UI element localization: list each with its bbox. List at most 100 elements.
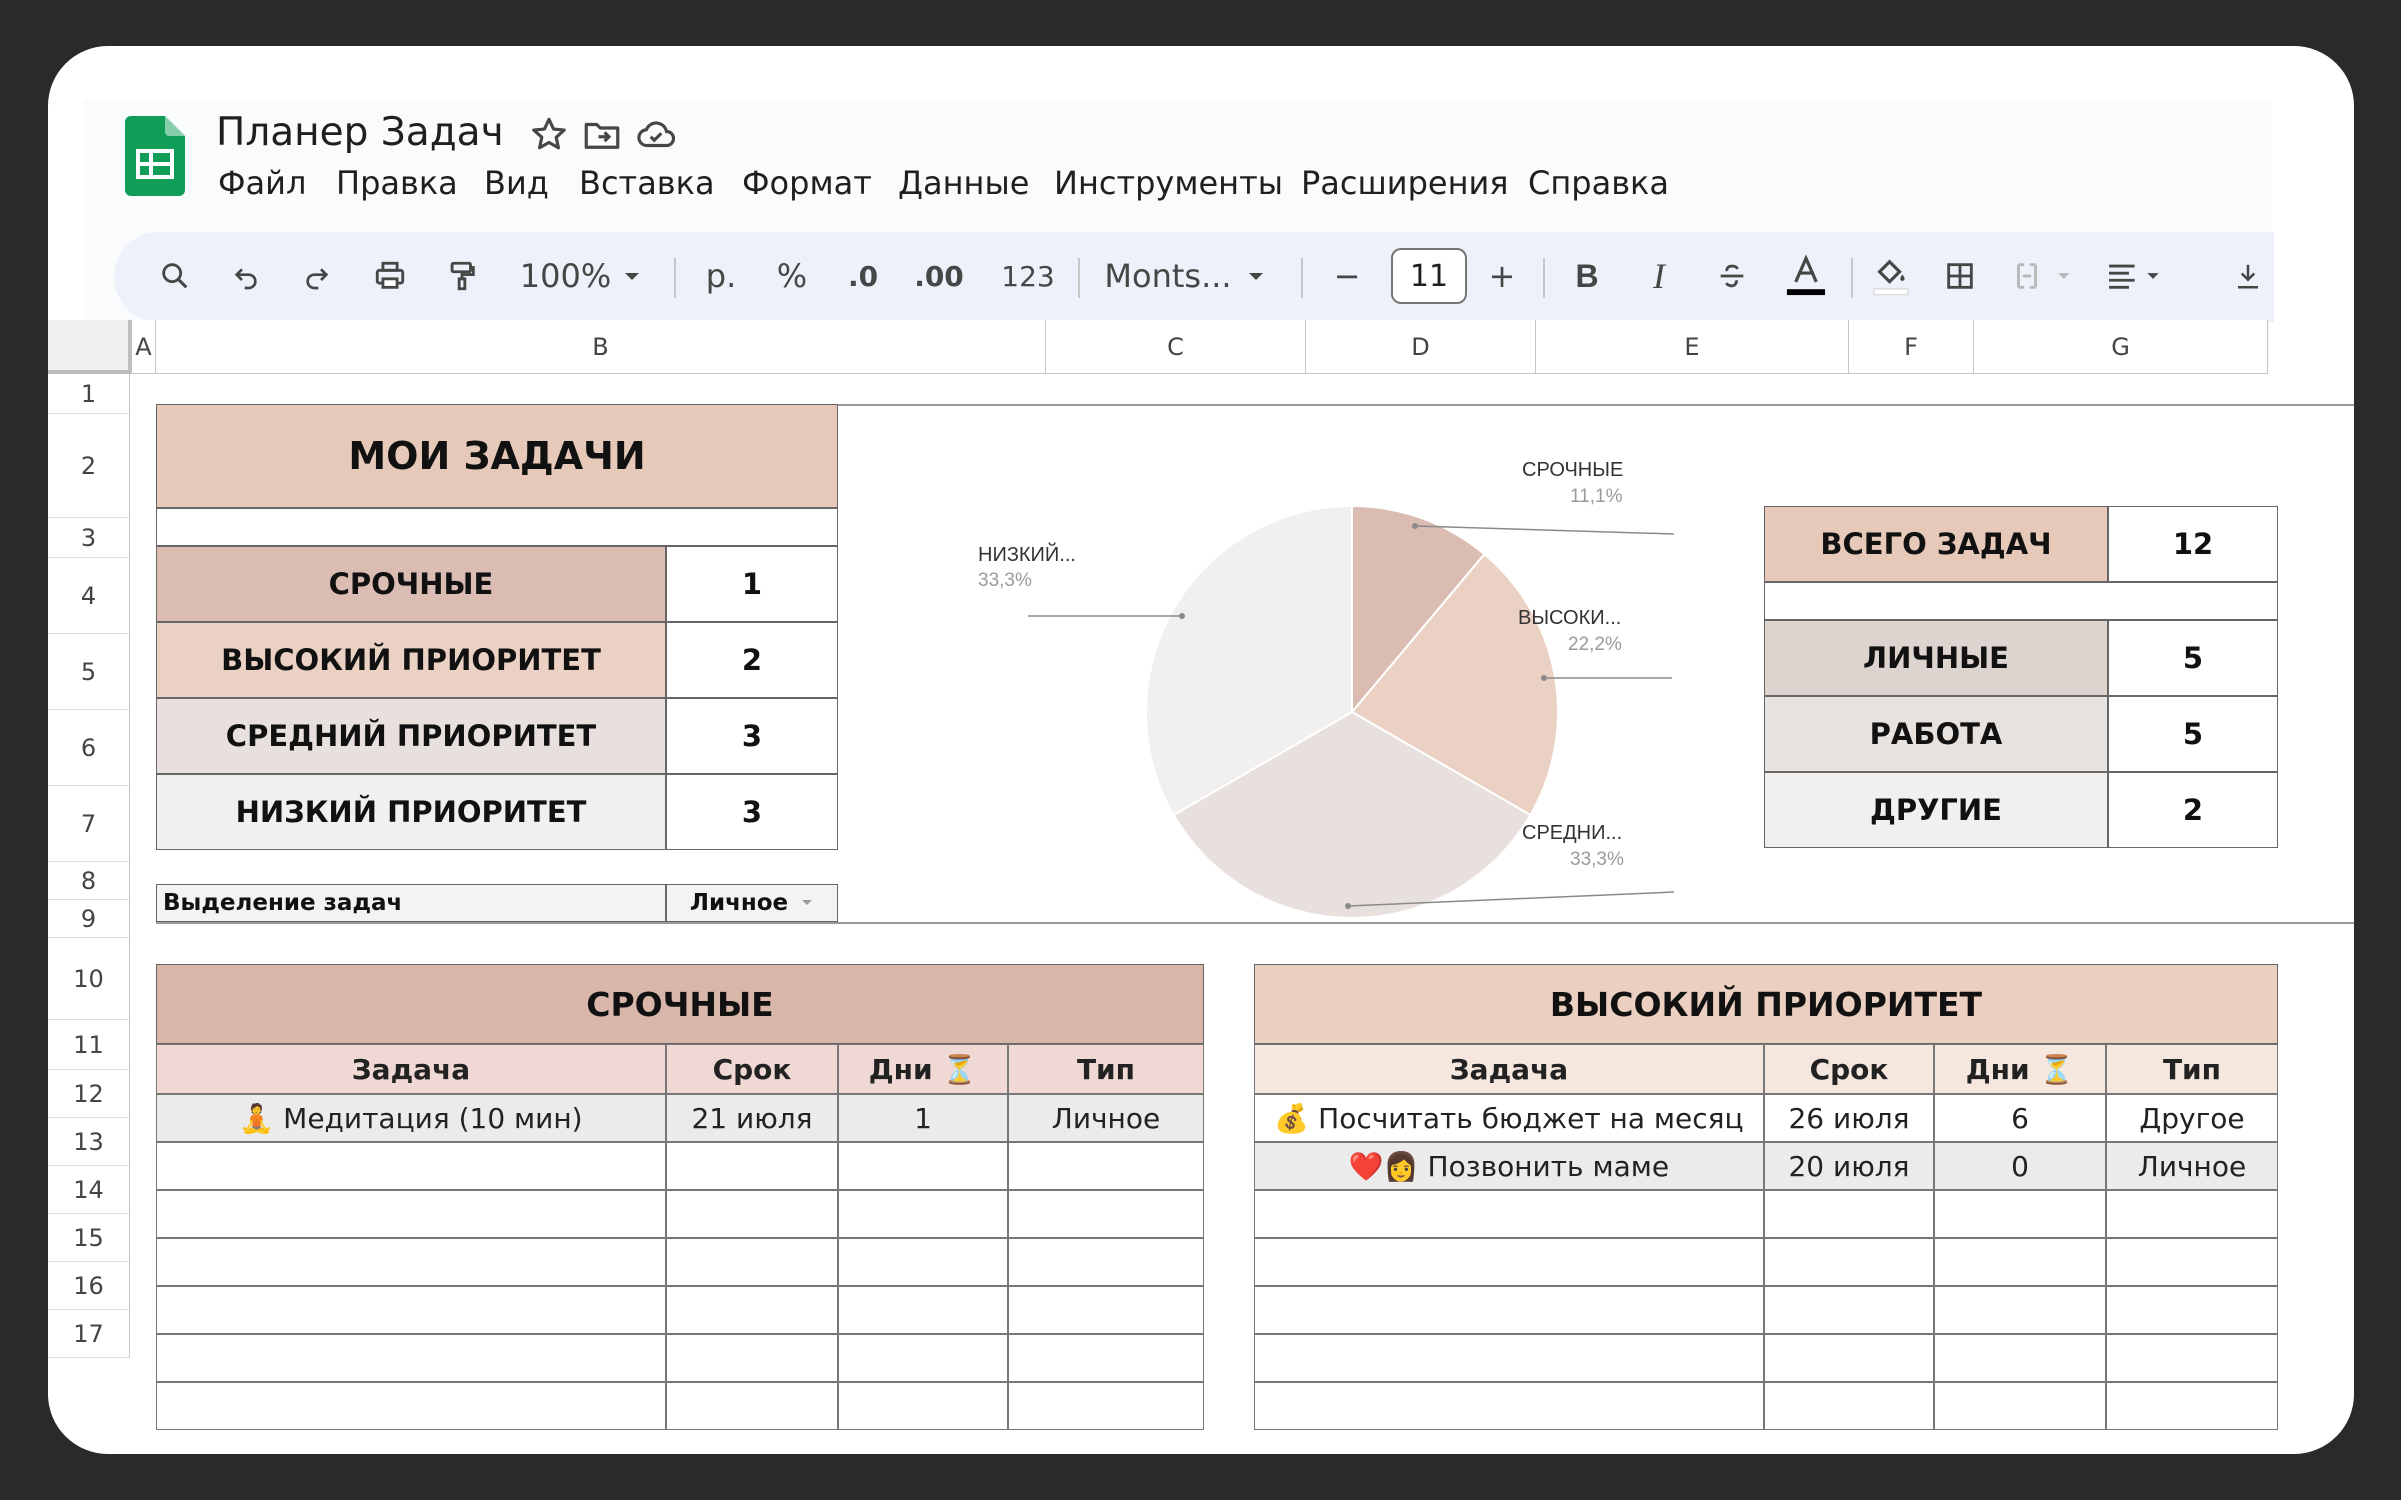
empty-cell[interactable] <box>666 1334 838 1382</box>
empty-cell[interactable] <box>1254 1286 1764 1334</box>
empty-cell[interactable] <box>666 1238 838 1286</box>
empty-cell[interactable] <box>838 1142 1008 1190</box>
row-header-2[interactable]: 2 <box>48 414 130 518</box>
empty-cell[interactable] <box>2106 1190 2278 1238</box>
row-header-7[interactable]: 7 <box>48 786 130 862</box>
row-header-17[interactable]: 17 <box>48 1310 130 1358</box>
column-header-a[interactable]: A <box>132 320 156 374</box>
column-header-d[interactable]: D <box>1306 320 1536 374</box>
empty-cell[interactable] <box>838 1286 1008 1334</box>
print-icon[interactable] <box>366 248 414 304</box>
column-header-g[interactable]: G <box>1974 320 2268 374</box>
empty-cell[interactable] <box>1764 1334 1934 1382</box>
search-icon[interactable] <box>151 248 199 304</box>
empty-cell[interactable] <box>156 1334 666 1382</box>
high-row-1-days[interactable]: 6 <box>1934 1094 2106 1142</box>
row-header-15[interactable]: 15 <box>48 1214 130 1262</box>
percent-button[interactable]: % <box>768 248 816 304</box>
empty-cell[interactable] <box>1934 1190 2106 1238</box>
row-header-11[interactable]: 11 <box>48 1020 130 1070</box>
urgent-row-1-task[interactable]: 🧘 Медитация (10 мин) <box>156 1094 666 1142</box>
empty-cell[interactable] <box>1934 1382 2106 1430</box>
cloud-saved-icon[interactable] <box>635 114 677 156</box>
document-title[interactable]: Планер Задач <box>216 110 504 155</box>
empty-cell[interactable] <box>1008 1190 1204 1238</box>
pie-chart[interactable] <box>948 446 1768 966</box>
star-icon[interactable] <box>528 114 570 156</box>
italic-button[interactable]: I <box>1635 248 1683 304</box>
increase-decimal-button[interactable]: .00 <box>908 248 970 304</box>
vertical-align-icon[interactable] <box>2228 248 2268 304</box>
menu-view[interactable]: Вид <box>484 164 549 202</box>
empty-cell[interactable] <box>1764 1286 1934 1334</box>
empty-cell[interactable] <box>1254 1238 1764 1286</box>
horizontal-align-icon[interactable] <box>2098 248 2174 304</box>
empty-cell[interactable] <box>1008 1334 1204 1382</box>
empty-cell[interactable] <box>1008 1382 1204 1430</box>
redo-icon[interactable] <box>293 248 341 304</box>
empty-cell[interactable] <box>666 1190 838 1238</box>
number-format-button[interactable]: 123 <box>998 248 1058 304</box>
empty-cell[interactable] <box>666 1286 838 1334</box>
empty-cell[interactable] <box>156 1238 666 1286</box>
font-select[interactable]: Monts... <box>1103 248 1233 304</box>
menu-file[interactable]: Файл <box>218 164 306 202</box>
decrease-decimal-button[interactable]: .0 <box>838 248 888 304</box>
menu-help[interactable]: Справка <box>1528 164 1669 202</box>
row-header-9[interactable]: 9 <box>48 900 130 938</box>
zoom-select[interactable]: 100% <box>518 248 613 304</box>
undo-icon[interactable] <box>222 248 270 304</box>
empty-cell[interactable] <box>666 1382 838 1430</box>
menu-data[interactable]: Данные <box>898 164 1029 202</box>
empty-cell[interactable] <box>1008 1142 1204 1190</box>
filter-dropdown[interactable]: Личное <box>666 884 838 922</box>
row-header-13[interactable]: 13 <box>48 1118 130 1166</box>
row-header-4[interactable]: 4 <box>48 558 130 634</box>
menu-extensions[interactable]: Расширения <box>1301 164 1509 202</box>
row-header-16[interactable]: 16 <box>48 1262 130 1310</box>
empty-cell[interactable] <box>2106 1286 2278 1334</box>
menu-tools[interactable]: Инструменты <box>1054 164 1283 202</box>
empty-cell[interactable] <box>2106 1238 2278 1286</box>
borders-icon[interactable] <box>1936 248 1984 304</box>
merge-cells-icon[interactable] <box>2008 248 2080 304</box>
row-header-8[interactable]: 8 <box>48 862 130 900</box>
high-row-2-days[interactable]: 0 <box>1934 1142 2106 1190</box>
empty-cell[interactable] <box>1008 1238 1204 1286</box>
font-size-input[interactable]: 11 <box>1391 248 1467 304</box>
column-header-e[interactable]: E <box>1536 320 1849 374</box>
high-row-2-type[interactable]: Личное <box>2106 1142 2278 1190</box>
menu-format[interactable]: Формат <box>742 164 872 202</box>
empty-cell[interactable] <box>1934 1286 2106 1334</box>
row-header-3[interactable]: 3 <box>48 518 130 558</box>
empty-cell[interactable] <box>838 1238 1008 1286</box>
empty-cell[interactable] <box>1934 1334 2106 1382</box>
font-size-plus-button[interactable]: + <box>1478 248 1526 304</box>
row-header-1[interactable]: 1 <box>48 374 130 414</box>
row-header-6[interactable]: 6 <box>48 710 130 786</box>
zoom-dropdown-icon[interactable] <box>614 248 650 304</box>
urgent-row-1-days[interactable]: 1 <box>838 1094 1008 1142</box>
row-header-10[interactable]: 10 <box>48 938 130 1020</box>
sheets-logo-icon[interactable] <box>125 116 185 196</box>
row-header-5[interactable]: 5 <box>48 634 130 710</box>
empty-cell[interactable] <box>1934 1238 2106 1286</box>
empty-cell[interactable] <box>838 1190 1008 1238</box>
menu-edit[interactable]: Правка <box>336 164 458 202</box>
empty-cell[interactable] <box>1008 1286 1204 1334</box>
empty-cell[interactable] <box>1254 1334 1764 1382</box>
column-header-f[interactable]: F <box>1849 320 1974 374</box>
move-folder-icon[interactable] <box>581 114 623 156</box>
row-header-14[interactable]: 14 <box>48 1166 130 1214</box>
font-dropdown-icon[interactable] <box>1238 248 1274 304</box>
menu-insert[interactable]: Вставка <box>579 164 715 202</box>
bold-button[interactable]: B <box>1563 248 1611 304</box>
empty-cell[interactable] <box>838 1382 1008 1430</box>
select-all-corner[interactable] <box>48 320 132 374</box>
urgent-row-1-type[interactable]: Личное <box>1008 1094 1204 1142</box>
empty-cell[interactable] <box>156 1142 666 1190</box>
empty-cell[interactable] <box>156 1190 666 1238</box>
column-header-c[interactable]: C <box>1046 320 1306 374</box>
high-row-2-task[interactable]: ❤️👩 Позвонить маме <box>1254 1142 1764 1190</box>
empty-cell[interactable] <box>2106 1382 2278 1430</box>
